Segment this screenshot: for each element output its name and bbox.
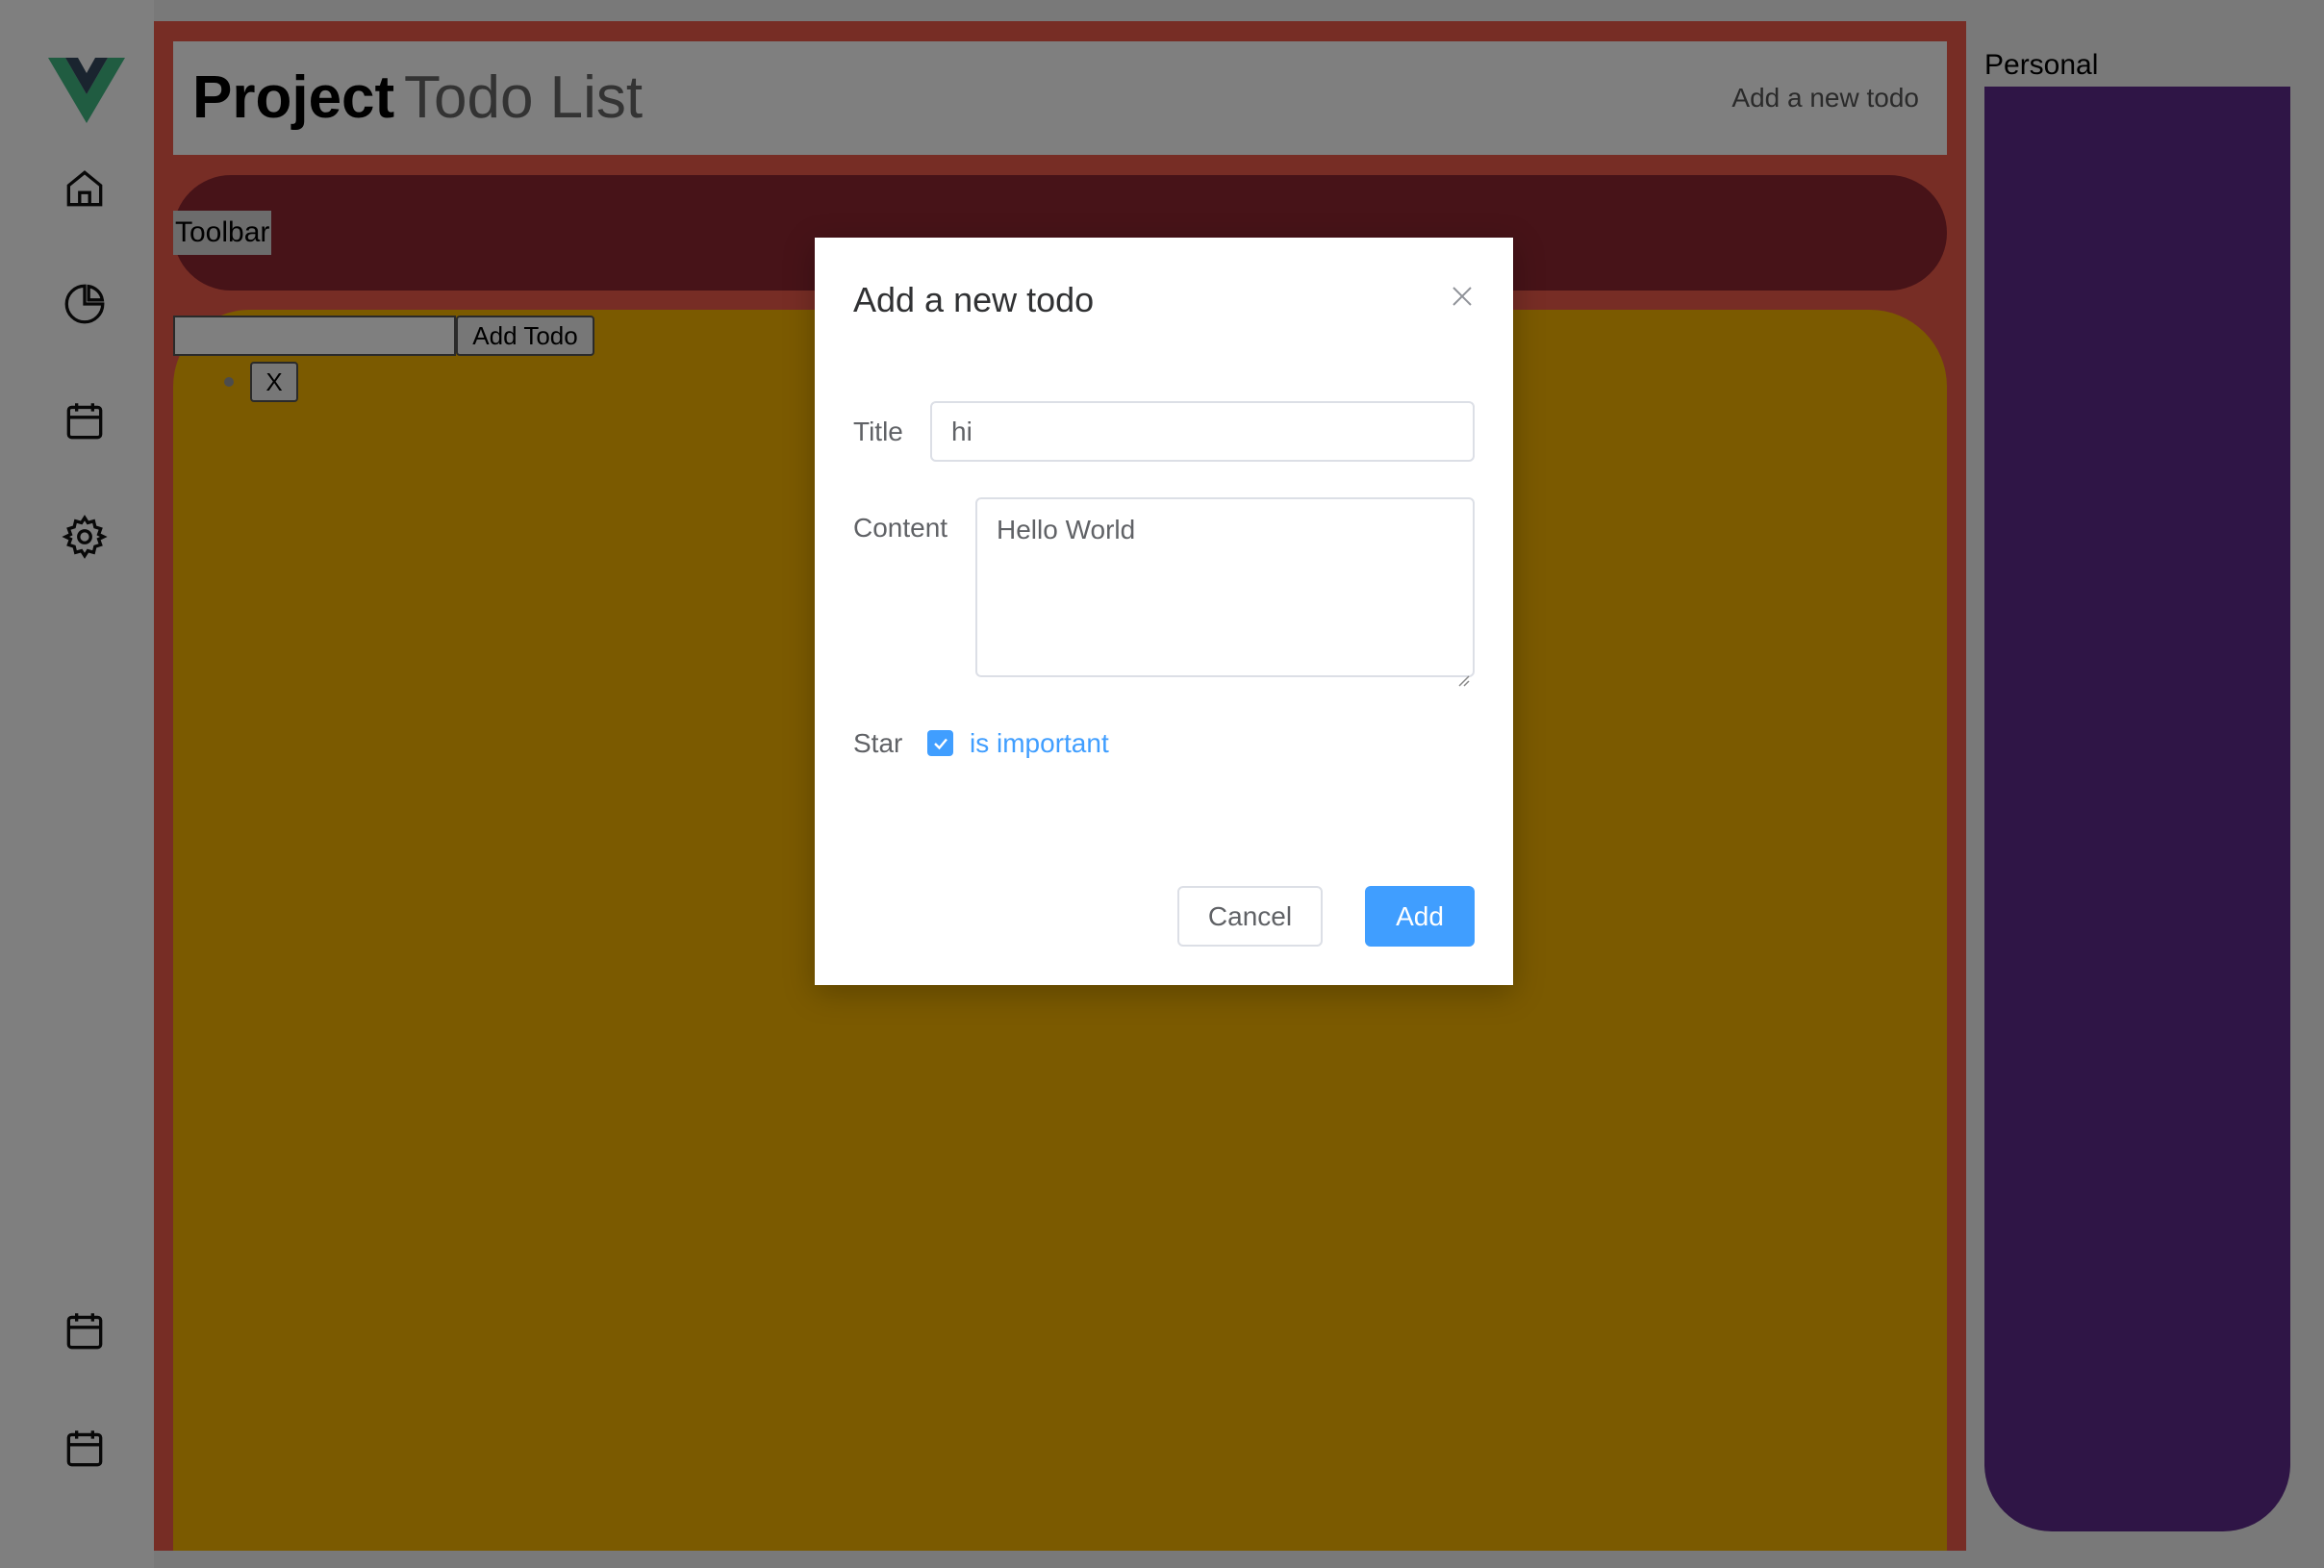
important-checkbox-label[interactable]: is important — [970, 724, 1109, 763]
check-icon — [933, 738, 947, 749]
star-label: Star — [853, 728, 903, 758]
title-label: Title — [853, 417, 903, 446]
content-label: Content — [853, 513, 948, 543]
cancel-button[interactable]: Cancel — [1177, 886, 1323, 947]
dialog-title: Add a new todo — [853, 280, 1095, 319]
close-icon[interactable] — [1446, 280, 1478, 313]
resize-handle-icon[interactable] — [1456, 659, 1470, 687]
add-todo-dialog: Add a new todo Title hi Content Hello Wo… — [815, 238, 1513, 985]
title-input[interactable]: hi — [930, 401, 1475, 462]
add-button[interactable]: Add — [1365, 886, 1475, 947]
content-text: Hello World — [997, 515, 1136, 544]
important-checkbox[interactable] — [927, 730, 953, 756]
content-textarea[interactable]: Hello World — [975, 497, 1475, 687]
